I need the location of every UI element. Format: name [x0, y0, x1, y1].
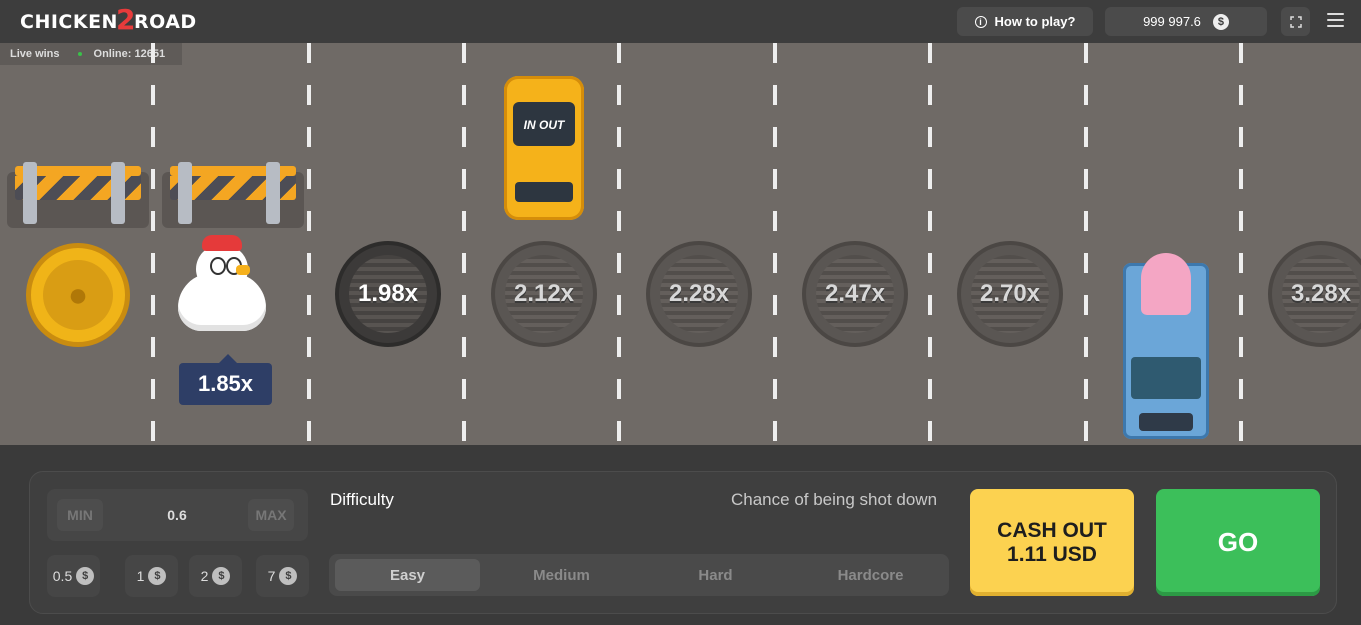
fullscreen-button[interactable] — [1281, 7, 1310, 36]
road-barrier — [162, 162, 304, 228]
cash-out-label: CASH OUT — [997, 518, 1107, 542]
game-road: Live wins Online: 12651 ● 1.85x IN OUT 1… — [0, 43, 1361, 445]
live-wins-label: Live wins — [10, 48, 60, 60]
multiplier-manhole[interactable]: 2.12x — [491, 241, 597, 347]
difficulty-selector: Easy Medium Hard Hardcore — [329, 554, 949, 596]
lane-divider — [928, 43, 932, 445]
ice-cream-truck — [1117, 253, 1215, 439]
chip-button[interactable]: 7 $ — [256, 555, 309, 597]
dollar-coin-icon: $ — [1212, 13, 1229, 30]
multiplier-manhole[interactable]: 2.28x — [646, 241, 752, 347]
bet-amount-input[interactable]: 0.6 — [107, 499, 247, 531]
lane-divider — [151, 43, 155, 445]
balance-display: 999 997.6 $ — [1105, 7, 1267, 36]
road-barrier — [7, 162, 149, 228]
chip-button[interactable]: 0.5 $ — [47, 555, 100, 597]
info-icon: i — [974, 15, 987, 28]
chip-button[interactable]: 1 $ — [125, 555, 178, 597]
go-button[interactable]: GO — [1156, 489, 1320, 596]
header-bar: CHICKEN 2 ROAD i How to play? 999 997.6 $ — [0, 0, 1361, 43]
chicken-character — [172, 235, 272, 335]
taxi-roof-label: IN OUT — [523, 118, 565, 132]
logo-text-suffix: ROAD — [133, 11, 197, 33]
balance-value: 999 997.6 — [1143, 14, 1201, 29]
dollar-coin-icon: $ — [148, 567, 167, 585]
lane-divider — [462, 43, 466, 445]
current-multiplier-badge: 1.85x — [179, 354, 272, 405]
max-bet-button[interactable]: MAX — [248, 499, 294, 531]
dollar-coin-icon: $ — [76, 567, 95, 585]
lane-divider — [1239, 43, 1243, 445]
multiplier-manhole[interactable]: 2.70x — [957, 241, 1063, 347]
menu-icon[interactable] — [1327, 13, 1344, 31]
difficulty-option-hard[interactable]: Hard — [643, 559, 788, 591]
lane-divider — [617, 43, 621, 445]
how-to-play-label: How to play? — [994, 14, 1076, 29]
how-to-play-button[interactable]: i How to play? — [957, 7, 1093, 36]
chip-button[interactable]: 2 $ — [189, 555, 242, 597]
multiplier-manhole[interactable]: 3.28x — [1268, 241, 1361, 347]
difficulty-option-hardcore[interactable]: Hardcore — [798, 559, 943, 591]
logo-text-prefix: CHICKEN — [20, 11, 118, 33]
difficulty-option-easy[interactable]: Easy — [335, 559, 480, 591]
min-bet-button[interactable]: MIN — [57, 499, 103, 531]
gold-start-coin-icon: ● — [26, 243, 130, 347]
difficulty-label: Difficulty — [330, 490, 394, 509]
dollar-coin-icon: $ — [279, 567, 298, 585]
online-status-icon — [77, 52, 82, 56]
difficulty-option-medium[interactable]: Medium — [489, 559, 634, 591]
taxi-car: IN OUT — [504, 76, 584, 220]
cash-out-button[interactable]: CASH OUT 1.11 USD — [970, 489, 1134, 596]
lane-divider — [307, 43, 311, 445]
lane-divider — [773, 43, 777, 445]
multiplier-manhole[interactable]: 2.47x — [802, 241, 908, 347]
fullscreen-icon — [1289, 15, 1302, 28]
bet-amount-control: MIN 0.6 MAX — [47, 489, 308, 541]
chance-label: Chance of being shot down — [731, 490, 938, 509]
logo: CHICKEN 2 ROAD — [20, 2, 197, 38]
cash-out-amount: 1.11 USD — [1007, 542, 1097, 566]
multiplier-manhole[interactable]: 1.98x — [335, 241, 441, 347]
logo-text-mid: 2 — [115, 2, 136, 36]
dollar-coin-icon: $ — [212, 567, 231, 585]
lane-divider — [1084, 43, 1088, 445]
